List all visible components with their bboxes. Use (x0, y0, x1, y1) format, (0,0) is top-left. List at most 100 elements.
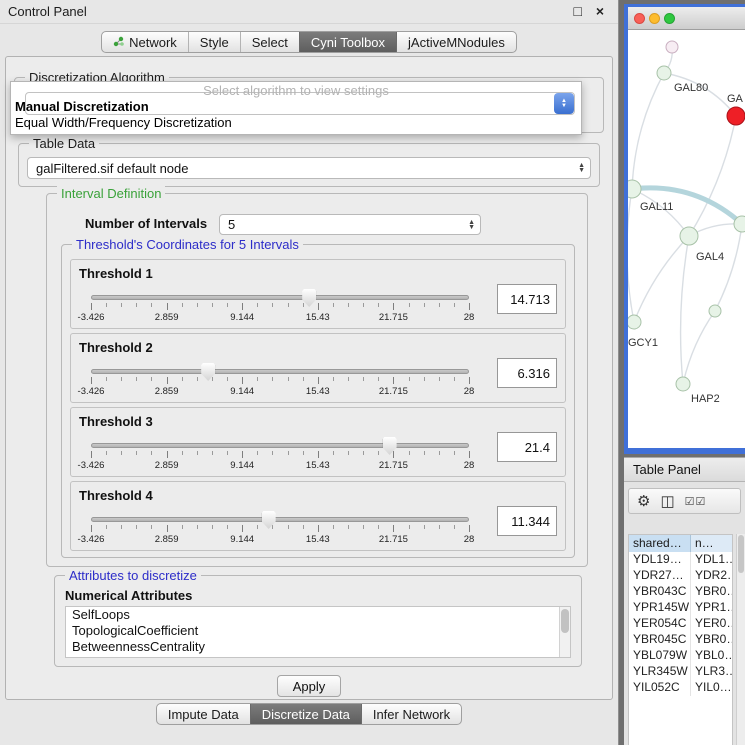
apply-button[interactable]: Apply (277, 675, 341, 697)
network-view-window: GAL80GAGAL11GAL4GCY1HAP2 (624, 4, 745, 454)
table-data-group: Table Data galFiltered.sif default node … (18, 143, 600, 187)
network-edge (628, 189, 634, 322)
zoom-traffic-icon[interactable] (664, 13, 675, 24)
tab-impute-data[interactable]: Impute Data (157, 704, 250, 724)
table-data-group-label: Table Data (29, 136, 99, 151)
network-edge (715, 224, 742, 311)
scrollbar-thumb[interactable] (561, 609, 569, 633)
number-of-intervals-combobox[interactable]: 5 ▲▼ (219, 214, 481, 235)
gear-icon[interactable]: ⚙ (637, 494, 650, 509)
attribute-items: SelfLoopsTopologicalCoefficientBetweenne… (66, 607, 570, 655)
column-header-name[interactable]: n… (691, 535, 732, 552)
slider-scale-labels: -3.4262.8599.14415.4321.71528 (91, 312, 469, 324)
slider-scale-labels: -3.4262.8599.14415.4321.71528 (91, 534, 469, 546)
table-scrollbar[interactable] (736, 534, 745, 745)
number-of-intervals-value: 5 (228, 217, 235, 232)
network-canvas[interactable]: GAL80GAGAL11GAL4GCY1HAP2 (628, 30, 745, 447)
cyni-toolbox-panel: Discretization Algorithm Select algorith… (5, 56, 613, 700)
network-node-label: GA (727, 93, 744, 105)
minimize-traffic-icon[interactable] (649, 13, 660, 24)
node-table-body: YDL19…YDL1…YDR27…YDR2…YBR043CYBR0…YPR145… (629, 552, 732, 696)
tab-cyni-toolbox[interactable]: Cyni Toolbox (299, 32, 396, 52)
tab-style[interactable]: Style (188, 32, 240, 52)
tab-network[interactable]: Network (102, 32, 188, 52)
slider-track (91, 295, 469, 300)
table-data-combobox[interactable]: galFiltered.sif default node ▲▼ (27, 157, 591, 179)
app-root: Control Panel □ × Network Style Select C… (0, 0, 745, 745)
table-row[interactable]: YDR27…YDR2… (629, 568, 732, 584)
table-row[interactable]: YDL19…YDL1… (629, 552, 732, 568)
network-edge (681, 236, 689, 384)
thresholds-coordinates-group-label: Threshold's Coordinates for 5 Intervals (72, 237, 303, 252)
bottom-tab-bar: Impute Data Discretize Data Infer Networ… (0, 703, 618, 725)
network-node (709, 305, 721, 317)
threshold-3-slider[interactable]: -3.4262.8599.14415.4321.71528 (91, 438, 469, 474)
close-traffic-icon[interactable] (634, 13, 645, 24)
threshold-2-value-field[interactable]: 6.316 (497, 358, 557, 388)
table-panel: ⚙ ◫ ☑☑ shared… n… YDL19…YDL1…YDR27…YDR2…… (624, 482, 745, 745)
network-node (676, 377, 690, 391)
slider-scale-labels: -3.4262.8599.14415.4321.71528 (91, 460, 469, 472)
algorithm-option-equal-width[interactable]: Equal Width/Frequency Discretization (15, 115, 232, 130)
float-window-icon[interactable]: □ (574, 3, 582, 19)
columns-icon[interactable]: ◫ (660, 494, 674, 509)
stepper-arrows-icon: ▲▼ (468, 220, 475, 230)
algorithm-option-manual[interactable]: Manual Discretization (15, 99, 149, 114)
threshold-1-value-field[interactable]: 14.713 (497, 284, 557, 314)
control-panel: Control Panel □ × Network Style Select C… (0, 0, 619, 745)
slider-track (91, 443, 469, 448)
threshold-3-panel: Threshold 3 -3.4262.8599.14415.4321.7152… (70, 407, 566, 477)
number-of-intervals-label: Number of Intervals (85, 216, 207, 231)
scrollbar-thumb[interactable] (738, 535, 744, 573)
numerical-attributes-list[interactable]: SelfLoopsTopologicalCoefficientBetweenne… (65, 606, 571, 658)
node-table-header: shared… n… (629, 535, 732, 552)
tab-select[interactable]: Select (240, 32, 299, 52)
network-node (680, 227, 698, 245)
table-row[interactable]: YER054CYER0… (629, 616, 732, 632)
table-row[interactable]: YLR345WYLR3… (629, 664, 732, 680)
tab-infer-network[interactable]: Infer Network (361, 704, 461, 724)
numerical-attributes-label: Numerical Attributes (65, 588, 192, 603)
slider-track (91, 517, 469, 522)
tab-jactivemnodules[interactable]: jActiveMNodules (396, 32, 516, 52)
tab-discretize-data[interactable]: Discretize Data (250, 704, 361, 724)
top-tab-bar: Network Style Select Cyni Toolbox jActiv… (0, 31, 618, 53)
network-edge (632, 73, 664, 189)
threshold-1-panel: Threshold 1 -3.4262.8599.14415.4321.7152… (70, 259, 566, 329)
threshold-2-slider[interactable]: -3.4262.8599.14415.4321.71528 (91, 364, 469, 400)
table-row[interactable]: YBR045CYBR0… (629, 632, 732, 648)
slider-ticks (91, 525, 469, 533)
attributes-scrollbar[interactable] (559, 607, 570, 657)
threshold-2-panel: Threshold 2 -3.4262.8599.14415.4321.7152… (70, 333, 566, 403)
threshold-4-value-field[interactable]: 11.344 (497, 506, 557, 536)
threshold-1-slider[interactable]: -3.4262.8599.14415.4321.71528 (91, 290, 469, 326)
table-row[interactable]: YIL052CYIL0… (629, 680, 732, 696)
network-icon (113, 35, 124, 50)
network-node (666, 41, 678, 53)
control-panel-titlebar: Control Panel □ × (0, 0, 618, 24)
table-row[interactable]: YPR145WYPR1… (629, 600, 732, 616)
threshold-2-label: Threshold 2 (79, 340, 153, 355)
list-item[interactable]: SelfLoops (66, 607, 570, 623)
slider-scale-labels: -3.4262.8599.14415.4321.71528 (91, 386, 469, 398)
network-node (628, 315, 641, 329)
interval-definition-group: Interval Definition Number of Intervals … (46, 193, 588, 567)
node-table: shared… n… YDL19…YDL1…YDR27…YDR2…YBR043C… (628, 534, 733, 745)
close-icon[interactable]: × (596, 3, 604, 19)
network-edge (664, 73, 736, 116)
threshold-4-slider[interactable]: -3.4262.8599.14415.4321.71528 (91, 512, 469, 548)
select-columns-icons[interactable]: ☑☑ (685, 495, 707, 508)
network-edge (683, 311, 715, 384)
network-node-label: GAL80 (674, 82, 708, 94)
attributes-to-discretize-group: Attributes to discretize Numerical Attri… (54, 575, 582, 667)
network-edge (689, 116, 736, 236)
list-item[interactable]: TopologicalCoefficient (66, 623, 570, 639)
table-row[interactable]: YBL079WYBL0… (629, 648, 732, 664)
column-header-shared-name[interactable]: shared… (629, 535, 691, 552)
list-item[interactable]: BetweennessCentrality (66, 639, 570, 655)
threshold-3-value-field[interactable]: 21.4 (497, 432, 557, 462)
threshold-1-label: Threshold 1 (79, 266, 153, 281)
table-row[interactable]: YBR043CYBR0… (629, 584, 732, 600)
table-panel-toolbar: ⚙ ◫ ☑☑ (628, 488, 741, 514)
slider-ticks (91, 303, 469, 311)
